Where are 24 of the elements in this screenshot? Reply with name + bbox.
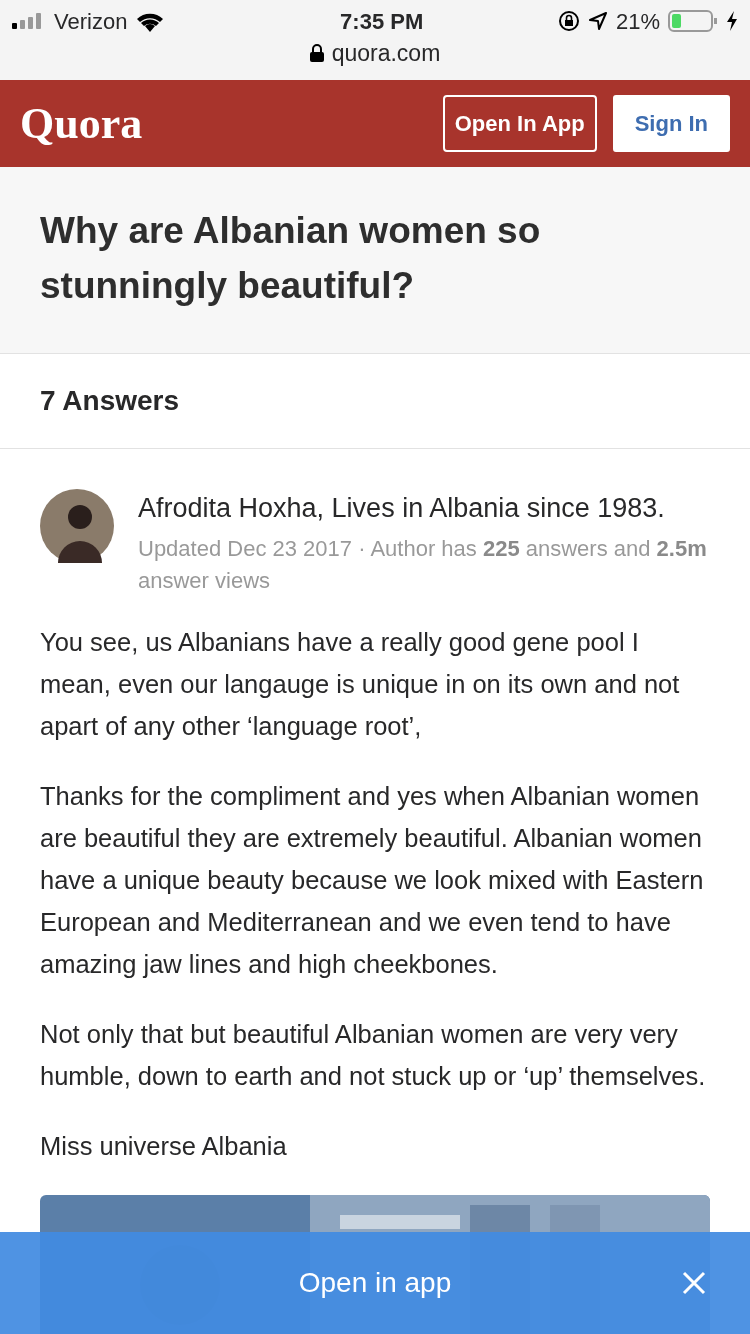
open-in-app-button[interactable]: Open In App xyxy=(442,95,597,152)
battery-icon xyxy=(668,10,718,32)
answer-paragraph: Thanks for the compliment and yes when Albanian women are beautiful they are extremely beautiful. Albanian women have a unique beauty because we look mixed with Eastern European and Mediterranean and we even tend to have amazing jaw lines and high cheekbones. xyxy=(40,781,705,980)
logo[interactable]: Quora xyxy=(20,90,143,157)
answer-paragraph: You see, us Albanians have a really good gene pool I mean, even our langauge is unique in on its own and not apart of any other ‘language root’, xyxy=(40,627,681,742)
open-in-app-label[interactable]: Open in app xyxy=(298,1262,452,1304)
sign-in-button[interactable]: Sign In xyxy=(612,95,730,152)
avatar[interactable] xyxy=(40,489,114,563)
answers-count: 7 Answers xyxy=(0,354,750,449)
author-credential[interactable]: Afrodita Hoxha, Lives in Albania since 1983. xyxy=(138,489,710,527)
rotation-lock-icon xyxy=(557,10,580,32)
page-url[interactable]: quora.com xyxy=(331,36,441,71)
status-time: 7:35 PM xyxy=(340,7,424,36)
carrier-name: Verizon xyxy=(54,7,128,36)
close-icon[interactable] xyxy=(682,1270,706,1295)
answer-paragraph: Miss universe Albania xyxy=(40,1131,288,1162)
location-arrow-icon xyxy=(587,11,608,31)
answer-paragraph: Not only that but beautiful Albanian women are very very humble, down to earth and not stuck up or ‘up’ themselves. xyxy=(40,1019,707,1092)
charging-icon xyxy=(726,11,738,31)
app-banner[interactable]: Open in app xyxy=(0,1232,750,1334)
answer-meta: Updated Dec 23 2017 · Author has 225 answers and 2.5m answer views xyxy=(138,535,708,595)
lock-icon xyxy=(309,44,324,63)
battery-percent: 21% xyxy=(615,7,660,36)
question-title: Why are Albanian women so stunningly beautiful? xyxy=(40,209,542,308)
